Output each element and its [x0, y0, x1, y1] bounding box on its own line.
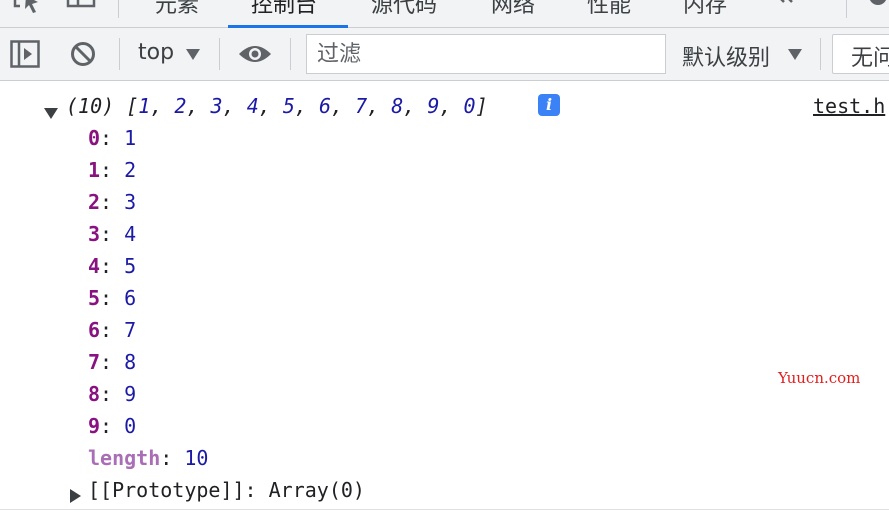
array-summary[interactable]: (10) [1, 2, 3, 4, 5, 6, 7, 8, 9, 0] — [66, 92, 488, 120]
device-toolbar-icon[interactable] — [66, 0, 96, 16]
dropdown-arrow-icon[interactable] — [186, 46, 200, 65]
summary-item: 2 — [174, 94, 187, 118]
close-bracket: ] — [475, 94, 488, 118]
entry-value: 0 — [124, 414, 137, 438]
summary-item: 8 — [391, 94, 404, 118]
console-toolbar: top 默认级别 无问 — [0, 28, 889, 81]
entry-value: 1 — [124, 126, 137, 150]
inspect-element-icon[interactable] — [12, 0, 42, 16]
source-file-link[interactable]: test.h — [813, 92, 885, 120]
tab-memory[interactable]: 内存 — [683, 0, 727, 19]
array-entry-row: 8: 9 — [88, 382, 137, 406]
more-tabs-icon[interactable] — [774, 0, 798, 16]
execution-context-selector[interactable]: top — [138, 40, 174, 65]
toolbar-divider — [846, 0, 847, 18]
issues-button-label: 无问 — [851, 46, 889, 71]
entry-key: 8 — [88, 382, 101, 406]
entry-key: 3 — [88, 222, 101, 246]
dropdown-arrow-icon[interactable] — [788, 46, 802, 65]
entry-key: 1 — [88, 158, 101, 182]
array-entry-row: 3: 4 — [88, 222, 137, 246]
toolbar-divider — [290, 38, 291, 70]
filter-input[interactable] — [307, 35, 665, 73]
prototype-key: [[Prototype]] — [88, 478, 245, 502]
entry-value: 9 — [124, 382, 137, 406]
entry-value: 7 — [124, 318, 137, 342]
length-key: length — [88, 446, 161, 470]
toolbar-divider — [119, 38, 120, 70]
watermark-text: Yuucn.com — [778, 369, 861, 387]
summary-item: 4 — [246, 94, 259, 118]
tab-elements[interactable]: 元素 — [155, 0, 199, 19]
entry-key: 4 — [88, 254, 101, 278]
console-output: (10) [1, 2, 3, 4, 5, 6, 7, 8, 9, 0] i te… — [0, 82, 889, 516]
length-value: 10 — [184, 446, 209, 470]
array-length-label: (10) — [66, 94, 115, 118]
array-entry-row: 6: 7 — [88, 318, 137, 342]
summary-item: 7 — [355, 94, 368, 118]
array-entry-row: 1: 2 — [88, 158, 137, 182]
entry-value: 4 — [124, 222, 137, 246]
issues-button[interactable]: 无问 — [832, 34, 889, 74]
entry-value: 3 — [124, 190, 137, 214]
collapse-triangle-icon[interactable] — [44, 101, 58, 125]
log-levels-dropdown[interactable]: 默认级别 — [682, 40, 770, 72]
entry-key: 5 — [88, 286, 101, 310]
summary-item: 1 — [138, 94, 151, 118]
entry-value: 6 — [124, 286, 137, 310]
toolbar-divider — [820, 38, 821, 70]
console-divider — [0, 509, 889, 510]
entry-key: 7 — [88, 350, 101, 374]
array-entry-row: 0: 1 — [88, 126, 137, 150]
entry-key: 0 — [88, 126, 101, 150]
info-icon[interactable]: i — [538, 94, 560, 116]
prototype-row[interactable]: [[Prototype]]: Array(0) — [88, 476, 365, 504]
summary-item: 9 — [427, 94, 440, 118]
toolbar-divider — [219, 38, 220, 70]
tab-console[interactable]: 控制台 — [251, 0, 317, 19]
entry-value: 2 — [124, 158, 137, 182]
summary-item: 6 — [318, 94, 332, 118]
live-expression-eye-icon[interactable] — [238, 42, 272, 70]
prototype-value: Array(0) — [268, 478, 365, 502]
clear-console-icon[interactable] — [70, 41, 96, 71]
entry-key: 2 — [88, 190, 101, 214]
array-entry-row: 7: 8 — [88, 350, 137, 374]
tab-network[interactable]: 网络 — [491, 0, 535, 19]
array-entry-row: 2: 3 — [88, 190, 137, 214]
array-length-row: length: 10 — [88, 446, 209, 470]
entry-value: 5 — [124, 254, 137, 278]
array-entry-row: 9: 0 — [88, 414, 137, 438]
entry-key: 6 — [88, 318, 101, 342]
summary-item: 5 — [282, 94, 295, 118]
sidebar-toggle-icon[interactable] — [10, 40, 40, 72]
toolbar-divider — [118, 0, 119, 18]
array-entry-row: 4: 5 — [88, 254, 137, 278]
summary-item: 3 — [210, 94, 223, 118]
summary-item: 0 — [463, 94, 476, 118]
settings-gear-icon[interactable] — [866, 0, 889, 16]
expand-triangle-icon[interactable] — [70, 484, 81, 508]
open-bracket: [ — [126, 94, 139, 118]
tab-sources[interactable]: 源代码 — [371, 0, 437, 19]
array-entry-row: 5: 6 — [88, 286, 137, 310]
filter-input-box — [306, 34, 666, 74]
tab-performance[interactable]: 性能 — [587, 0, 631, 19]
devtools-tab-bar: 元素 控制台 源代码 网络 性能 内存 — [0, 0, 889, 28]
entry-key: 9 — [88, 414, 101, 438]
entry-value: 8 — [124, 350, 137, 374]
